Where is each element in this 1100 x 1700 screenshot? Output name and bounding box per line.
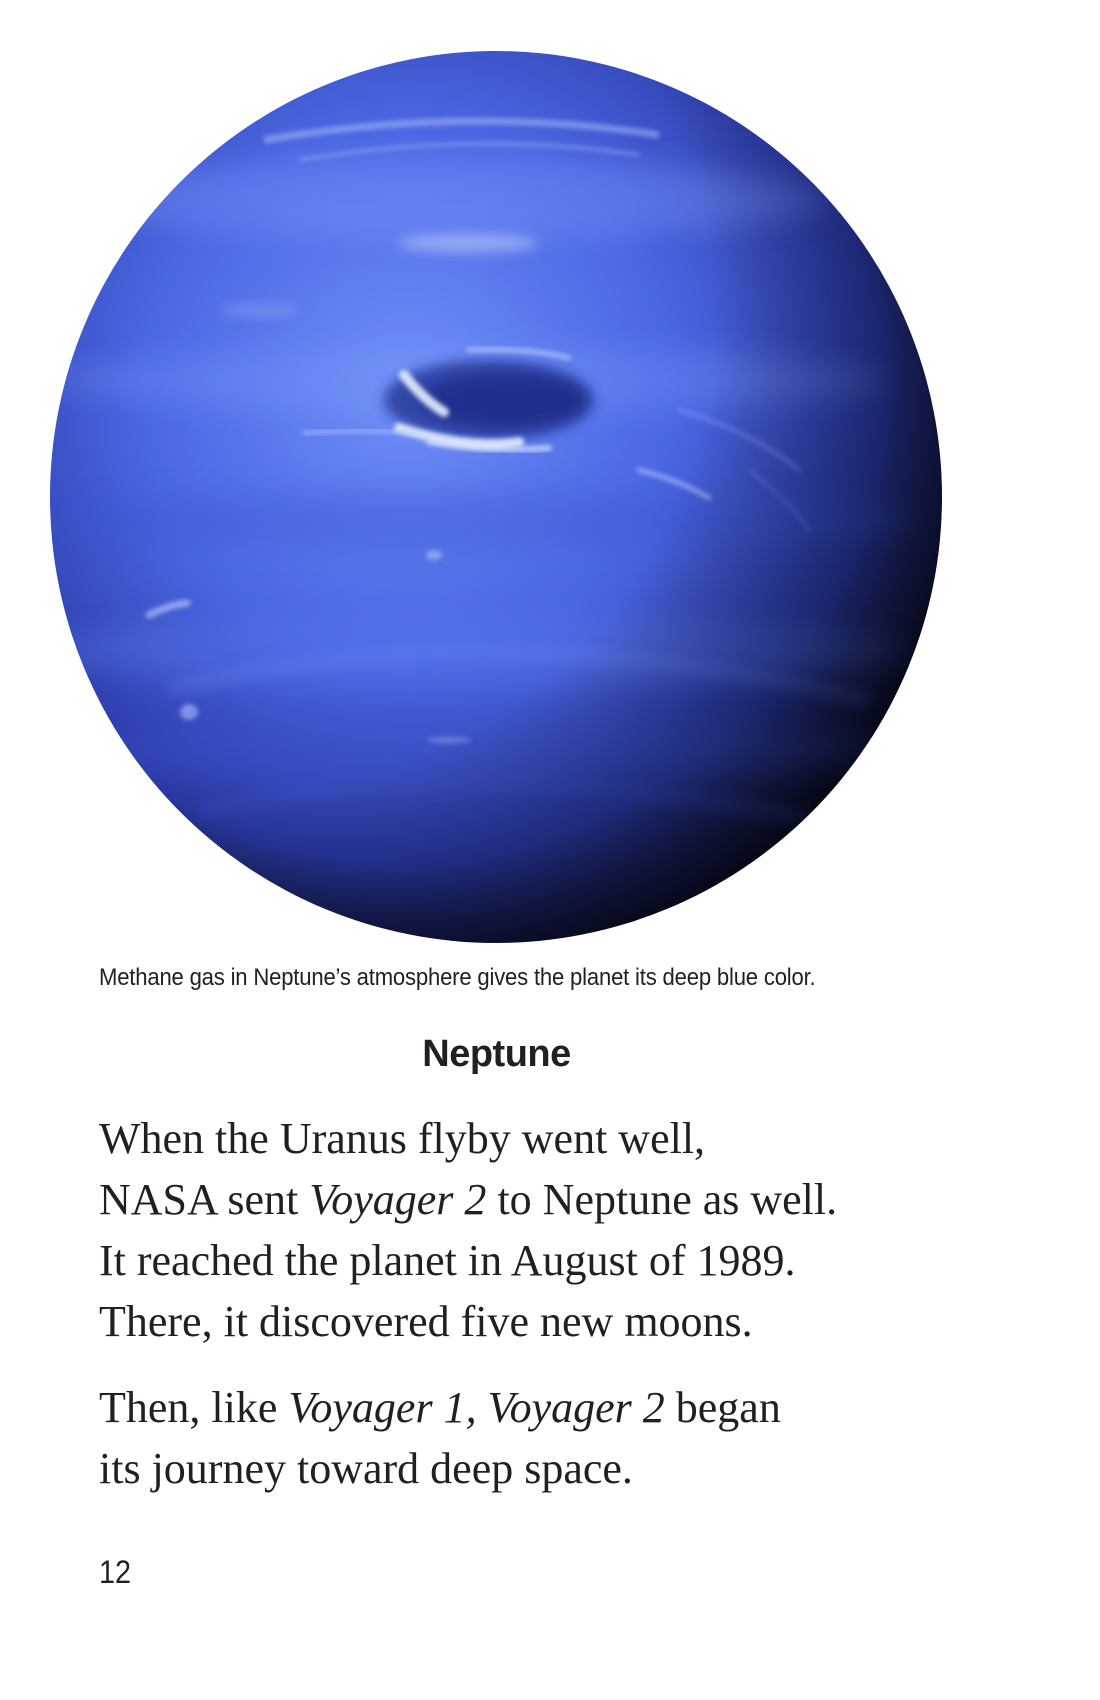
neptune-image — [49, 50, 944, 945]
text-run: began — [664, 1383, 781, 1432]
page-number: 12 — [99, 1554, 132, 1590]
paragraph-line: When the Uranus flyby went well, — [99, 1108, 999, 1169]
paragraph-line: NASA sent Voyager 2 to Neptune as well. — [99, 1169, 999, 1230]
paragraph-line: It reached the planet in August of 1989. — [99, 1230, 999, 1291]
text-run: its journey toward deep space. — [99, 1444, 633, 1493]
body-paragraph-2: Then, like Voyager 1, Voyager 2 began it… — [99, 1377, 999, 1499]
text-run: It reached the planet in August of 1989. — [99, 1236, 796, 1285]
text-run: There, it discovered five new moons. — [99, 1297, 753, 1346]
paragraph-line: There, it discovered five new moons. — [99, 1291, 999, 1352]
section-heading: Neptune — [422, 1033, 571, 1075]
body-paragraph-1: When the Uranus flyby went well, NASA se… — [99, 1108, 999, 1352]
paragraph-line: its journey toward deep space. — [99, 1438, 999, 1499]
spacecraft-name: Voyager 2 — [309, 1175, 487, 1224]
neptune-planet-graphic — [50, 51, 942, 943]
spacecraft-names: Voyager 1, Voyager 2 — [288, 1383, 665, 1432]
text-run: When the Uranus flyby went well, — [99, 1114, 706, 1163]
text-run: Then, like — [99, 1383, 289, 1432]
text-run: NASA sent — [99, 1175, 310, 1224]
image-caption: Methane gas in Neptune’s atmosphere give… — [99, 964, 816, 991]
text-run: to Neptune as well. — [486, 1175, 838, 1224]
paragraph-line: Then, like Voyager 1, Voyager 2 began — [99, 1377, 999, 1438]
